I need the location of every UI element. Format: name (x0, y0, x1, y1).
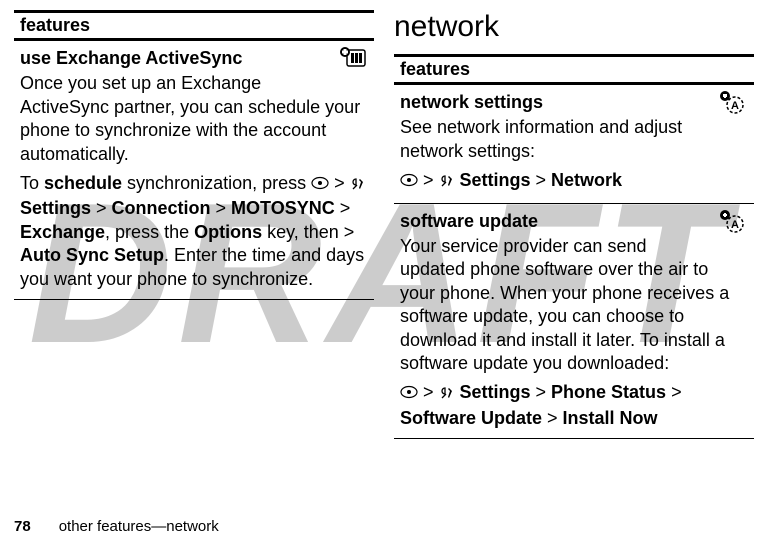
antenna-plus-icon: A (718, 210, 748, 240)
table-row: use Exchange ActiveSync Once you set up … (14, 40, 374, 300)
feature-paragraph: Your service provider can send updated p… (400, 235, 748, 375)
right-feature-table: features A network settings See net (394, 54, 754, 439)
feature-heading: network settings (400, 91, 748, 114)
page-columns: features (0, 0, 759, 439)
center-key-icon (400, 170, 418, 193)
svg-text:A: A (731, 219, 739, 231)
table-row: A network settings See network informati… (394, 84, 754, 204)
tools-icon (439, 383, 455, 406)
left-column: features (14, 10, 374, 439)
table-row: A software update Your service provider … (394, 203, 754, 439)
page-footer: 78 other features—network (14, 518, 219, 535)
page-number: 78 (14, 518, 31, 535)
antenna-plus-icon: A (718, 91, 748, 121)
tools-icon (439, 171, 455, 194)
table-header-row: features (394, 56, 754, 84)
feature-cell: use Exchange ActiveSync Once you set up … (14, 40, 374, 300)
feature-cell: A network settings See network informati… (394, 84, 754, 204)
feature-path: > Settings > Network (400, 169, 748, 194)
feature-heading: software update (400, 210, 748, 233)
center-key-icon (400, 382, 418, 405)
feature-paragraph: See network information and adjust netwo… (400, 116, 748, 163)
svg-text:A: A (731, 100, 739, 112)
sim-plus-icon (338, 47, 368, 75)
feature-cell: A software update Your service provider … (394, 203, 754, 439)
tools-icon (350, 174, 366, 197)
table-header-row: features (14, 12, 374, 40)
left-feature-table: features (14, 10, 374, 300)
table-header: features (394, 56, 754, 84)
feature-paragraph: Once you set up an Exchange ActiveSync p… (20, 72, 368, 166)
feature-path: > Settings > Phone Status > Software Upd… (400, 381, 748, 430)
feature-paragraph: To schedule synchronization, press > Set… (20, 172, 368, 291)
footer-text: other features—network (59, 518, 219, 535)
feature-heading: use Exchange ActiveSync (20, 47, 368, 70)
section-title: network (394, 10, 754, 44)
right-column: network features A networ (394, 10, 754, 439)
table-header: features (14, 12, 374, 40)
center-key-icon (311, 173, 329, 196)
